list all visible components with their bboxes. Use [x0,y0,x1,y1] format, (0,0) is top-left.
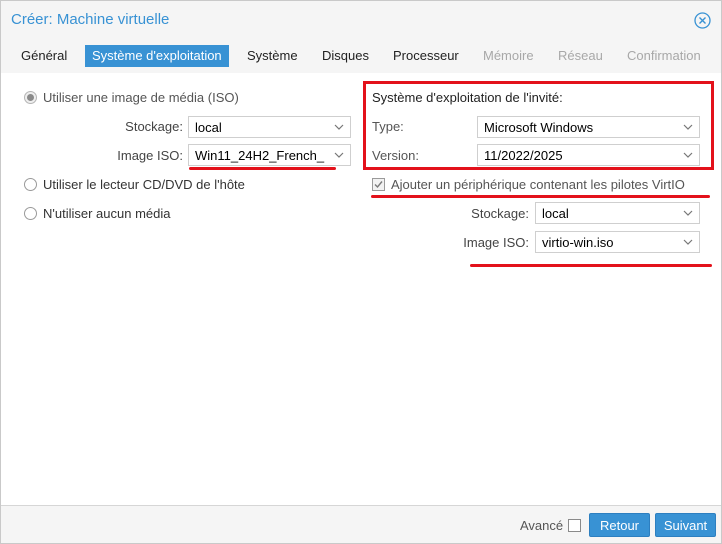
tab-memory: Mémoire [483,48,534,63]
virtio-iso-select[interactable]: virtio-win.iso [535,231,700,253]
radio-use-iso[interactable] [24,91,37,104]
guest-os-version-select[interactable]: 11/2022/2025 [477,144,700,166]
back-button[interactable]: Retour [589,513,650,537]
virtio-highlight-underline [371,195,710,198]
tab-disks[interactable]: Disques [315,45,376,67]
chevron-down-icon [334,124,344,130]
radio-no-media-label: N'utiliser aucun média [43,206,171,221]
close-icon[interactable] [694,12,711,29]
dialog-title: Créer: Machine virtuelle [11,11,170,28]
chevron-down-icon [683,152,693,158]
media-storage-label: Stockage: [125,119,183,134]
create-vm-dialog: Créer: Machine virtuelle Général Système… [0,0,722,544]
tab-network: Réseau [558,48,603,63]
tab-processor[interactable]: Processeur [386,45,466,67]
tab-system[interactable]: Système [240,45,305,67]
virtio-iso-label: Image ISO: [463,235,529,250]
media-storage-select[interactable]: local [188,116,351,138]
dialog-body: Utiliser une image de média (ISO) Stocka… [1,73,721,505]
guest-os-version-value: 11/2022/2025 [484,148,563,163]
tab-operating-system[interactable]: Système d'exploitation [85,45,229,67]
guest-os-heading: Système d'exploitation de l'invité: [372,90,563,105]
media-iso-label: Image ISO: [117,148,183,163]
guest-os-version-label: Version: [372,148,419,163]
chevron-down-icon [334,152,344,158]
virtio-storage-value: local [542,206,569,221]
wizard-tabs: Général Système d'exploitation Système D… [1,39,721,74]
virtio-checkbox-label: Ajouter un périphérique contenant les pi… [391,177,685,192]
chevron-down-icon [683,210,693,216]
guest-os-type-label: Type: [372,119,404,134]
radio-use-iso-label: Utiliser une image de média (ISO) [43,90,239,105]
advanced-label: Avancé [520,518,564,533]
virtio-storage-select[interactable]: local [535,202,700,224]
virtio-storage-label: Stockage: [471,206,529,221]
tab-confirmation: Confirmation [627,48,701,63]
virtio-checkbox[interactable] [372,178,385,191]
radio-use-cd-drive[interactable] [24,178,37,191]
dialog-footer: Avancé Retour Suivant [1,505,721,543]
virtio-iso-highlight-underline [470,264,712,267]
dialog-titlebar: Créer: Machine virtuelle [1,1,721,39]
chevron-down-icon [683,239,693,245]
radio-no-media[interactable] [24,207,37,220]
tab-general[interactable]: Général [14,45,74,67]
iso-highlight-underline [189,167,336,170]
media-iso-value: Win11_24H2_French_ [195,148,325,163]
virtio-iso-value: virtio-win.iso [542,235,614,250]
next-button[interactable]: Suivant [655,513,716,537]
checkmark-icon [374,181,383,189]
media-storage-value: local [195,120,222,135]
radio-use-cd-drive-label: Utiliser le lecteur CD/DVD de l'hôte [43,177,245,192]
advanced-checkbox[interactable] [568,519,581,532]
chevron-down-icon [683,124,693,130]
guest-os-type-value: Microsoft Windows [484,120,594,135]
guest-os-type-select[interactable]: Microsoft Windows [477,116,700,138]
media-iso-select[interactable]: Win11_24H2_French_ [188,144,351,166]
